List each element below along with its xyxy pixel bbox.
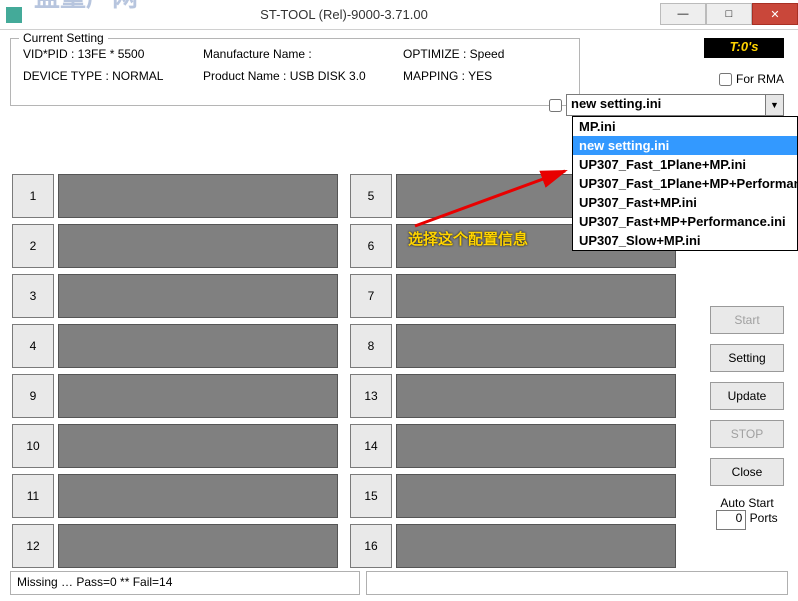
port-display-14: [396, 424, 676, 468]
port-display-16: [396, 524, 676, 568]
timer-display: T:0's: [704, 38, 784, 58]
port-button-15[interactable]: 15: [350, 474, 392, 518]
status-text: Missing … Pass=0 ** Fail=14: [10, 571, 360, 595]
titlebar: ST-TOOL (Rel)-9000-3.71.00 — □ ✕: [0, 0, 798, 30]
port-button-2[interactable]: 2: [12, 224, 54, 268]
dropdown-option[interactable]: UP307_Fast_1Plane+MP.ini: [573, 155, 797, 174]
port-button-9[interactable]: 9: [12, 374, 54, 418]
dropdown-option[interactable]: MP.ini: [573, 117, 797, 136]
setting-button[interactable]: Setting: [710, 344, 784, 372]
port-display-15: [396, 474, 676, 518]
product-name-label: Product Name : USB DISK 3.0: [203, 69, 403, 83]
config-combo[interactable]: new setting.ini: [566, 94, 766, 116]
config-dropdown[interactable]: MP.ininew setting.iniUP307_Fast_1Plane+M…: [572, 116, 798, 251]
dropdown-option[interactable]: UP307_Fast+MP+Performance.ini: [573, 212, 797, 231]
start-button[interactable]: Start: [710, 306, 784, 334]
vid-pid-label: VID*PID : 13FE * 5500: [23, 47, 203, 61]
port-display-13: [396, 374, 676, 418]
port-button-7[interactable]: 7: [350, 274, 392, 318]
current-setting-group: Current Setting VID*PID : 13FE * 5500 Ma…: [10, 38, 580, 106]
port-display-12: [58, 524, 338, 568]
port-button-8[interactable]: 8: [350, 324, 392, 368]
port-display-10: [58, 424, 338, 468]
for-rma-row: For RMA: [719, 72, 784, 86]
port-display-3: [58, 274, 338, 318]
chevron-down-icon[interactable]: ▼: [766, 94, 784, 116]
annotation-text: 选择这个配置信息: [408, 228, 528, 249]
update-button[interactable]: Update: [710, 382, 784, 410]
maximize-button[interactable]: □: [706, 3, 752, 25]
autostart-ports-input[interactable]: 0: [716, 510, 746, 530]
optimize-label: OPTIMIZE : Speed: [403, 47, 553, 61]
config-combo-row: new setting.ini ▼: [549, 94, 784, 116]
dropdown-option[interactable]: UP307_Fast+MP.ini: [573, 193, 797, 212]
port-button-3[interactable]: 3: [12, 274, 54, 318]
close-button[interactable]: ✕: [752, 3, 798, 25]
port-display-2: [58, 224, 338, 268]
port-button-10[interactable]: 10: [12, 424, 54, 468]
dropdown-option[interactable]: UP307_Fast_1Plane+MP+Performance.ini: [573, 174, 797, 193]
window-title: ST-TOOL (Rel)-9000-3.71.00: [28, 7, 660, 22]
port-button-13[interactable]: 13: [350, 374, 392, 418]
for-rma-checkbox[interactable]: [719, 73, 732, 86]
port-button-1[interactable]: 1: [12, 174, 54, 218]
port-button-11[interactable]: 11: [12, 474, 54, 518]
current-setting-legend: Current Setting: [19, 31, 108, 45]
status-bar: Missing … Pass=0 ** Fail=14: [10, 571, 788, 595]
dropdown-option[interactable]: UP307_Slow+MP.ini: [573, 231, 797, 250]
port-display-1: [58, 174, 338, 218]
dropdown-option[interactable]: new setting.ini: [573, 136, 797, 155]
autostart-ports-label: Ports: [750, 511, 778, 525]
port-button-5[interactable]: 5: [350, 174, 392, 218]
mapping-label: MAPPING : YES: [403, 69, 553, 83]
for-rma-label: For RMA: [736, 72, 784, 86]
device-type-label: DEVICE TYPE : NORMAL: [23, 69, 203, 83]
minimize-button[interactable]: —: [660, 3, 706, 25]
port-button-12[interactable]: 12: [12, 524, 54, 568]
port-button-6[interactable]: 6: [350, 224, 392, 268]
port-display-11: [58, 474, 338, 518]
annotation-arrow: [410, 166, 580, 236]
config-checkbox[interactable]: [549, 99, 562, 112]
port-button-14[interactable]: 14: [350, 424, 392, 468]
port-display-4: [58, 324, 338, 368]
port-display-9: [58, 374, 338, 418]
autostart-label: Auto Start: [710, 496, 784, 510]
port-button-16[interactable]: 16: [350, 524, 392, 568]
status-empty: [366, 571, 788, 595]
action-buttons: Start Setting Update STOP Close Auto Sta…: [710, 306, 784, 530]
port-display-8: [396, 324, 676, 368]
port-display-7: [396, 274, 676, 318]
close-app-button[interactable]: Close: [710, 458, 784, 486]
manufacture-label: Manufacture Name :: [203, 47, 403, 61]
port-button-4[interactable]: 4: [12, 324, 54, 368]
stop-button[interactable]: STOP: [710, 420, 784, 448]
app-icon: [6, 7, 22, 23]
